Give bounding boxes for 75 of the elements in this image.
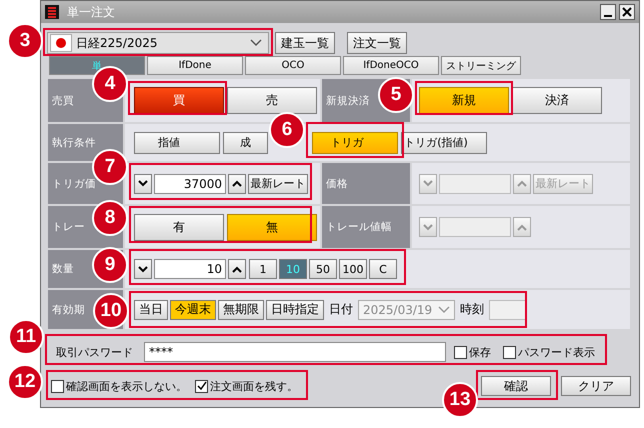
tab[interactable]: IfDoneOCO xyxy=(343,56,439,75)
condition-button[interactable]: トリガ(指値) xyxy=(401,132,487,154)
password-field[interactable]: **** xyxy=(144,342,446,362)
decrement-button[interactable] xyxy=(134,259,152,279)
checkbox-option[interactable]: 注文画面を残す。 xyxy=(195,378,298,394)
chevron-down-icon xyxy=(250,39,262,47)
chevron-up-icon xyxy=(517,180,527,187)
chevron-up-icon xyxy=(232,266,242,272)
open-close-button[interactable]: 新規 xyxy=(419,87,509,114)
trigger-price-field[interactable]: 37000 xyxy=(154,174,226,194)
quantity-preset-button[interactable]: 1 xyxy=(249,259,277,279)
open-close-button[interactable]: 決済 xyxy=(512,87,602,114)
chevron-down-icon xyxy=(423,180,433,187)
checkbox[interactable] xyxy=(454,346,467,358)
validity-button[interactable]: 日時指定 xyxy=(266,300,324,320)
increment-button[interactable] xyxy=(228,259,246,279)
validity-button[interactable]: 今週末 xyxy=(170,300,216,320)
field-label: トレール値幅 xyxy=(326,220,392,234)
validity-button[interactable]: 当日 xyxy=(134,300,168,320)
check-icon xyxy=(196,381,206,391)
time-field[interactable] xyxy=(489,300,528,320)
list-button[interactable]: 建玉一覧 xyxy=(275,32,335,54)
app-logo-icon xyxy=(45,5,59,19)
validity-button[interactable]: 無期限 xyxy=(218,300,264,320)
date-label: 日付 xyxy=(328,301,354,318)
quantity-preset-button[interactable]: 50 xyxy=(309,259,337,279)
time-label: 時刻 xyxy=(459,301,486,318)
field-label: 価格 xyxy=(326,176,348,190)
quantity-preset-button[interactable]: C xyxy=(369,259,397,279)
password-label: 取引パスワード xyxy=(55,344,134,360)
list-button[interactable]: 注文一覧 xyxy=(347,32,407,54)
trail-button[interactable]: 有 xyxy=(134,214,224,240)
field-label: 新規決済 xyxy=(326,94,370,108)
chevron-up-icon xyxy=(517,224,527,230)
field-label: トレー xyxy=(52,220,85,234)
latest-rate-button[interactable]: 最新レート xyxy=(248,174,308,194)
field-label: 数量 xyxy=(52,262,74,276)
chevron-down-icon xyxy=(423,224,433,230)
field-label: 執行条件 xyxy=(52,136,96,150)
increment-button[interactable] xyxy=(228,174,246,194)
chevron-up-icon xyxy=(232,180,242,187)
close-icon[interactable] xyxy=(619,4,635,20)
confirm-button[interactable]: 確認 xyxy=(481,376,551,396)
quantity-preset-button[interactable]: 10 xyxy=(279,259,307,279)
checkbox-option[interactable]: パスワード表示 xyxy=(503,344,595,360)
instrument-dropdown[interactable]: 日経225/2025 xyxy=(47,32,269,54)
tab[interactable]: IfDone xyxy=(147,56,243,75)
condition-button[interactable]: トリガ xyxy=(312,132,398,154)
field-label: 売買 xyxy=(52,94,74,108)
decrement-button[interactable] xyxy=(134,174,152,194)
chevron-down-icon xyxy=(438,306,450,314)
checkbox[interactable] xyxy=(503,346,516,358)
side-button[interactable]: 買 xyxy=(134,87,224,114)
minimize-icon[interactable] xyxy=(600,4,616,20)
callout-number: 12 xyxy=(7,364,43,400)
checkbox[interactable] xyxy=(51,380,64,392)
quantity-preset-button[interactable]: 100 xyxy=(339,259,367,279)
chevron-down-icon xyxy=(138,266,148,272)
callout-number: 3 xyxy=(7,23,43,59)
trail-button[interactable]: 無 xyxy=(227,214,317,240)
tab[interactable]: OCO xyxy=(245,56,341,75)
condition-button[interactable]: 指値 xyxy=(134,132,220,154)
checkbox-option[interactable]: 確認画面を表示しない。 xyxy=(51,378,187,394)
clear-button[interactable]: クリア xyxy=(561,376,631,396)
checkbox-option[interactable]: 保存 xyxy=(454,344,491,360)
field-label: 有効期 xyxy=(52,302,85,316)
condition-button[interactable]: 成 xyxy=(223,132,268,154)
window-title: 単一注文 xyxy=(67,4,115,20)
tab[interactable]: ストリーミング xyxy=(441,56,521,75)
quantity-field[interactable]: 10 xyxy=(154,259,226,279)
checkbox[interactable] xyxy=(195,380,208,392)
callout-number: 11 xyxy=(8,319,44,355)
chevron-down-icon xyxy=(138,180,148,187)
japan-flag-icon xyxy=(50,34,72,52)
side-button[interactable]: 売 xyxy=(227,87,317,114)
